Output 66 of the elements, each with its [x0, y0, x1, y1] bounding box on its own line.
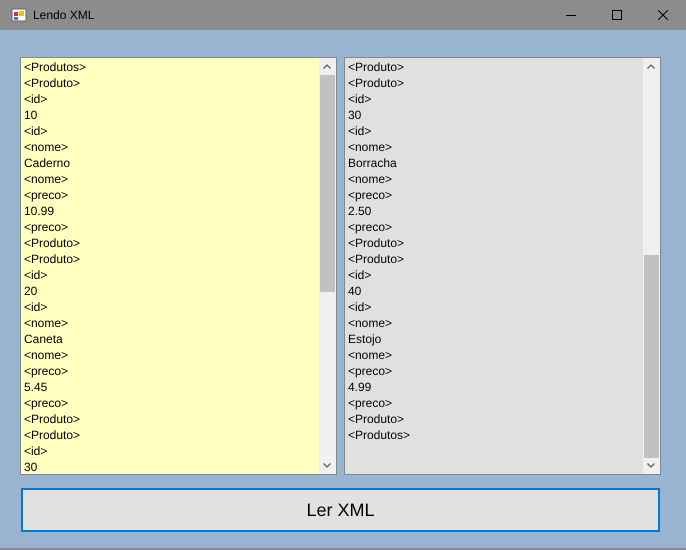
scroll-up-icon[interactable] [647, 64, 655, 69]
scroll-down-icon[interactable] [647, 463, 655, 468]
text-line: <preco> [24, 363, 68, 379]
text-line: <Produto> [24, 75, 80, 91]
text-line: <Produtos> [348, 427, 410, 443]
text-line: 20 [24, 283, 38, 299]
text-line: <preco> [24, 395, 68, 411]
text-line: <id> [24, 443, 48, 459]
scroll-thumb[interactable] [644, 255, 659, 458]
text-line: Caderno [24, 155, 70, 171]
text-area[interactable]: <Produtos> <Produto> <id> 10 <id> <nome> Caderno <nome> <preco> 10.99 <preco> <Produto> <Produto> <id> 20 <id> <nome> Caneta <nome> <preco> 5.45 <preco> <Produto> <Produto> <id> 30 [20, 57, 337, 475]
text-line: <id> [348, 299, 372, 315]
text-line: <nome> [24, 347, 68, 363]
text-line: <id> [24, 91, 48, 107]
scroll-down-icon[interactable] [323, 463, 331, 468]
text-line: 5.45 [24, 379, 48, 395]
text-line: <id> [348, 267, 372, 283]
text-line: <nome> [348, 315, 392, 331]
text-line: <nome> [348, 171, 392, 187]
text-line: 10.99 [24, 203, 54, 219]
scrollbar[interactable] [319, 58, 336, 474]
text-line: <id> [24, 299, 48, 315]
text-line: 10 [24, 107, 38, 123]
scroll-up-icon[interactable] [323, 64, 331, 69]
text-line: 2.50 [348, 203, 372, 219]
text-line: <Produto> [24, 427, 80, 443]
text-line: <nome> [24, 139, 68, 155]
text-line: <preco> [348, 363, 392, 379]
close-icon [658, 10, 668, 20]
text-area[interactable]: <Produto> <Produto> <id> 30 <id> <nome> Borracha <nome> <preco> 2.50 <preco> <Produto> <Produto> <id> 40 <id> <nome> Estojo <nome> <preco> 4.99 <preco> <Produto> <Produtos> [344, 57, 661, 475]
text-line: <id> [348, 123, 372, 139]
text-line: <Produto> [348, 251, 404, 267]
text-line: <Produto> [24, 411, 80, 427]
text-line: <Produto> [24, 251, 80, 267]
text-line: <id> [24, 123, 48, 139]
text-line: <id> [24, 267, 48, 283]
text-line: <preco> [24, 219, 68, 235]
text-line: <nome> [348, 347, 392, 363]
minimize-icon [566, 14, 576, 16]
text-line: Caneta [24, 331, 63, 347]
text-line: <Produtos> [24, 59, 86, 75]
text-line: <nome> [24, 315, 68, 331]
text-line: <nome> [348, 139, 392, 155]
text-line: 40 [348, 283, 362, 299]
text-line: 4.99 [348, 379, 372, 395]
app-icon [11, 7, 27, 23]
window-title: Lendo XML [33, 7, 94, 24]
scroll-thumb[interactable] [320, 75, 335, 292]
text-line: <preco> [24, 187, 68, 203]
text-line: Estojo [348, 331, 382, 347]
text-line: 30 [348, 107, 362, 123]
text-line: Borracha [348, 155, 397, 171]
maximize-icon [612, 10, 622, 20]
text-line: <Produto> [348, 411, 404, 427]
text-line: <Produto> [348, 59, 404, 75]
text-line: <Produto> [348, 235, 404, 251]
read-xml-button[interactable]: Ler XML [21, 488, 660, 532]
text-line: 30 [24, 459, 38, 475]
text-line: <preco> [348, 187, 392, 203]
scrollbar[interactable] [643, 58, 660, 474]
text-line: <Produto> [24, 235, 80, 251]
text-line: <nome> [24, 171, 68, 187]
text-line: <preco> [348, 219, 392, 235]
text-line: <preco> [348, 395, 392, 411]
text-line: <id> [348, 91, 372, 107]
text-line: <Produto> [348, 75, 404, 91]
